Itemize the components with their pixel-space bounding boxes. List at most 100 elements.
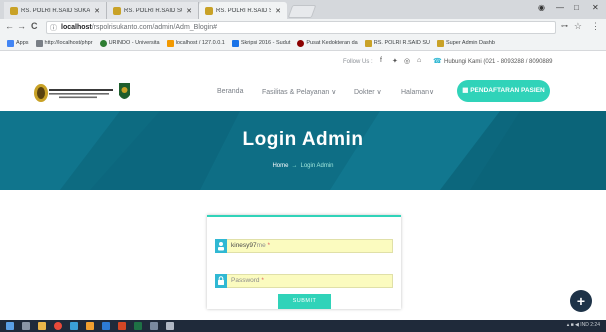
username-field[interactable]: kinesy97me *	[215, 239, 393, 253]
site-favicon-icon	[113, 6, 121, 15]
os-taskbar: ▴ ■ ◀ IND 2:24	[0, 320, 606, 332]
bookmark-label: localhost / 127.0.0.1	[175, 40, 225, 46]
twitter-icon[interactable]: ✦	[392, 57, 398, 65]
close-window-icon[interactable]: ✕	[592, 3, 599, 12]
minimize-icon[interactable]: —	[556, 3, 564, 12]
app-icon[interactable]	[70, 322, 78, 330]
bookmark-label: RS. POLRI R.SAID SU	[373, 40, 430, 46]
floating-add-button[interactable]: +	[570, 290, 592, 312]
site-info-icon[interactable]: ⓘ	[50, 23, 57, 34]
phone-icon: ☎	[433, 58, 442, 65]
site-favicon-icon	[10, 6, 18, 15]
app-icon[interactable]	[150, 322, 158, 330]
app-icon[interactable]	[86, 322, 94, 330]
nav-dokter[interactable]: Dokter ∨	[354, 88, 382, 96]
maximize-icon[interactable]: □	[574, 3, 579, 12]
file-explorer-icon[interactable]	[38, 322, 46, 330]
nav-beranda[interactable]: Beranda	[217, 88, 243, 95]
youtube-icon[interactable]: ⌂	[417, 57, 421, 64]
university-logo-icon	[99, 39, 107, 47]
address-row: ← → C ⓘ localhost/rspolrisukanto.com/adm…	[0, 19, 606, 36]
start-icon[interactable]	[6, 322, 14, 330]
chrome-icon[interactable]	[54, 322, 62, 330]
address-bar[interactable]: ⓘ localhost/rspolrisukanto.com/admin/Adm…	[46, 21, 556, 34]
tab-close-icon[interactable]: ✕	[275, 7, 281, 15]
bookmarks-bar: Apps http://localhost/phpr URINDO - Univ…	[0, 36, 606, 51]
bookmark-item[interactable]: Skripsi 2016 - Sudut	[231, 39, 291, 47]
password-placeholder: Password	[231, 277, 260, 284]
word-icon[interactable]	[102, 322, 110, 330]
lock-icon	[215, 274, 227, 288]
browser-tab[interactable]: RS. POLRI R.SAID SUKAN ✕	[107, 2, 199, 19]
tab-title: RS. POLRI R.SAID SUKAN	[216, 7, 272, 14]
tab-close-icon[interactable]: ✕	[186, 7, 192, 15]
url-path: /rspolrisukanto.com/admin/Adm_Blogin#	[91, 24, 218, 31]
blog-icon	[231, 39, 239, 47]
login-form-card: kinesy97me * Password * SUBMIT	[207, 215, 401, 309]
browser-tab-strip: RS. POLRI R.SAID SUKAN ✕ RS. POLRI R.SAI…	[0, 0, 606, 19]
top-utility-bar: Follow Us : f ✦ ◎ ⌂ ☎ Hubungi Kami (021 …	[0, 51, 606, 73]
bookmark-apps[interactable]: Apps	[7, 39, 29, 47]
app-icon[interactable]	[166, 322, 174, 330]
bookmark-item[interactable]: Super Admin Dashb	[437, 39, 495, 47]
bookmark-label: Skripsi 2016 - Sudut	[240, 40, 291, 46]
calendar-icon: ▦	[462, 87, 469, 94]
site-favicon-icon	[364, 39, 372, 47]
site-favicon-icon	[437, 39, 444, 47]
powerpoint-icon[interactable]	[118, 322, 126, 330]
bookmark-label: http://localhost/phpr	[44, 40, 93, 46]
required-mark: *	[267, 242, 271, 249]
bookmark-item[interactable]: Pusat Kedokteran da	[297, 39, 358, 47]
breadcrumb-home[interactable]: Home	[272, 163, 288, 169]
bookmark-label: URINDO - Universita	[108, 40, 160, 46]
username-text: kinesy97me *	[231, 240, 270, 252]
cta-label: PENDAFTARAN PASIEN	[470, 87, 545, 94]
page-hero-banner: Login Admin Home → Login Admin	[0, 111, 606, 190]
nav-halaman[interactable]: Halaman∨	[401, 88, 434, 96]
site-favicon-icon	[205, 6, 213, 15]
breadcrumb-arrow-icon: →	[291, 163, 298, 169]
back-icon[interactable]: ←	[5, 21, 14, 31]
new-tab-button[interactable]	[287, 5, 317, 18]
nav-fasilitas-pelayanan[interactable]: Fasilitas & Pelayanan ∨	[262, 88, 336, 96]
password-field[interactable]: Password *	[215, 274, 393, 288]
forward-icon[interactable]: →	[17, 21, 26, 31]
main-navigation: Beranda Fasilitas & Pelayanan ∨ Dokter ∨…	[0, 73, 606, 111]
user-icon	[215, 239, 227, 253]
hospital-logo-icon	[297, 39, 305, 47]
phpmyadmin-icon	[166, 39, 174, 47]
reload-icon[interactable]: C	[31, 21, 38, 31]
browser-tab-active[interactable]: RS. POLRI R.SAID SUKAN ✕	[199, 2, 287, 19]
browser-menu-icon[interactable]: ⋮	[591, 21, 600, 32]
bookmark-item[interactable]: http://localhost/phpr	[35, 39, 93, 47]
username-value: kinesy97	[231, 242, 257, 249]
bookmark-item[interactable]: localhost / 127.0.0.1	[166, 39, 225, 47]
tab-title: RS. POLRI R.SAID SUKAN	[124, 7, 182, 14]
submit-button[interactable]: SUBMIT	[278, 294, 331, 309]
system-tray: ▴ ■ ◀ IND 2:24	[566, 322, 600, 328]
profile-icon[interactable]: ◉	[538, 3, 545, 12]
username-placeholder: me	[256, 242, 266, 249]
url-host: localhost	[61, 24, 92, 31]
bookmark-label: Super Admin Dashb	[446, 40, 495, 46]
bookmark-label: Apps	[16, 40, 29, 46]
search-icon[interactable]	[22, 322, 30, 330]
key-icon[interactable]: ⊶	[561, 22, 568, 30]
tab-title: RS. POLRI R.SAID SUKAN	[21, 7, 91, 14]
facebook-icon[interactable]: f	[380, 57, 382, 64]
page-title: Login Admin	[242, 129, 364, 150]
breadcrumb: Home → Login Admin	[0, 163, 606, 169]
excel-icon[interactable]	[134, 322, 142, 330]
hospital-logo[interactable]	[33, 79, 133, 105]
breadcrumb-current: Login Admin	[300, 163, 334, 169]
bookmark-label: Pusat Kedokteran da	[306, 40, 358, 46]
bookmark-star-icon[interactable]: ☆	[574, 21, 582, 32]
bookmark-item[interactable]: RS. POLRI R.SAID SU	[364, 39, 430, 47]
tab-close-icon[interactable]: ✕	[94, 7, 100, 15]
bookmark-item[interactable]: URINDO - Universita	[99, 39, 160, 47]
password-text: Password *	[231, 275, 264, 287]
instagram-icon[interactable]: ◎	[404, 57, 410, 65]
browser-tab[interactable]: RS. POLRI R.SAID SUKAN ✕	[4, 2, 107, 19]
follow-us-label: Follow Us :	[343, 59, 373, 65]
pendaftaran-pasien-button[interactable]: ▦ PENDAFTARAN PASIEN	[457, 80, 550, 102]
